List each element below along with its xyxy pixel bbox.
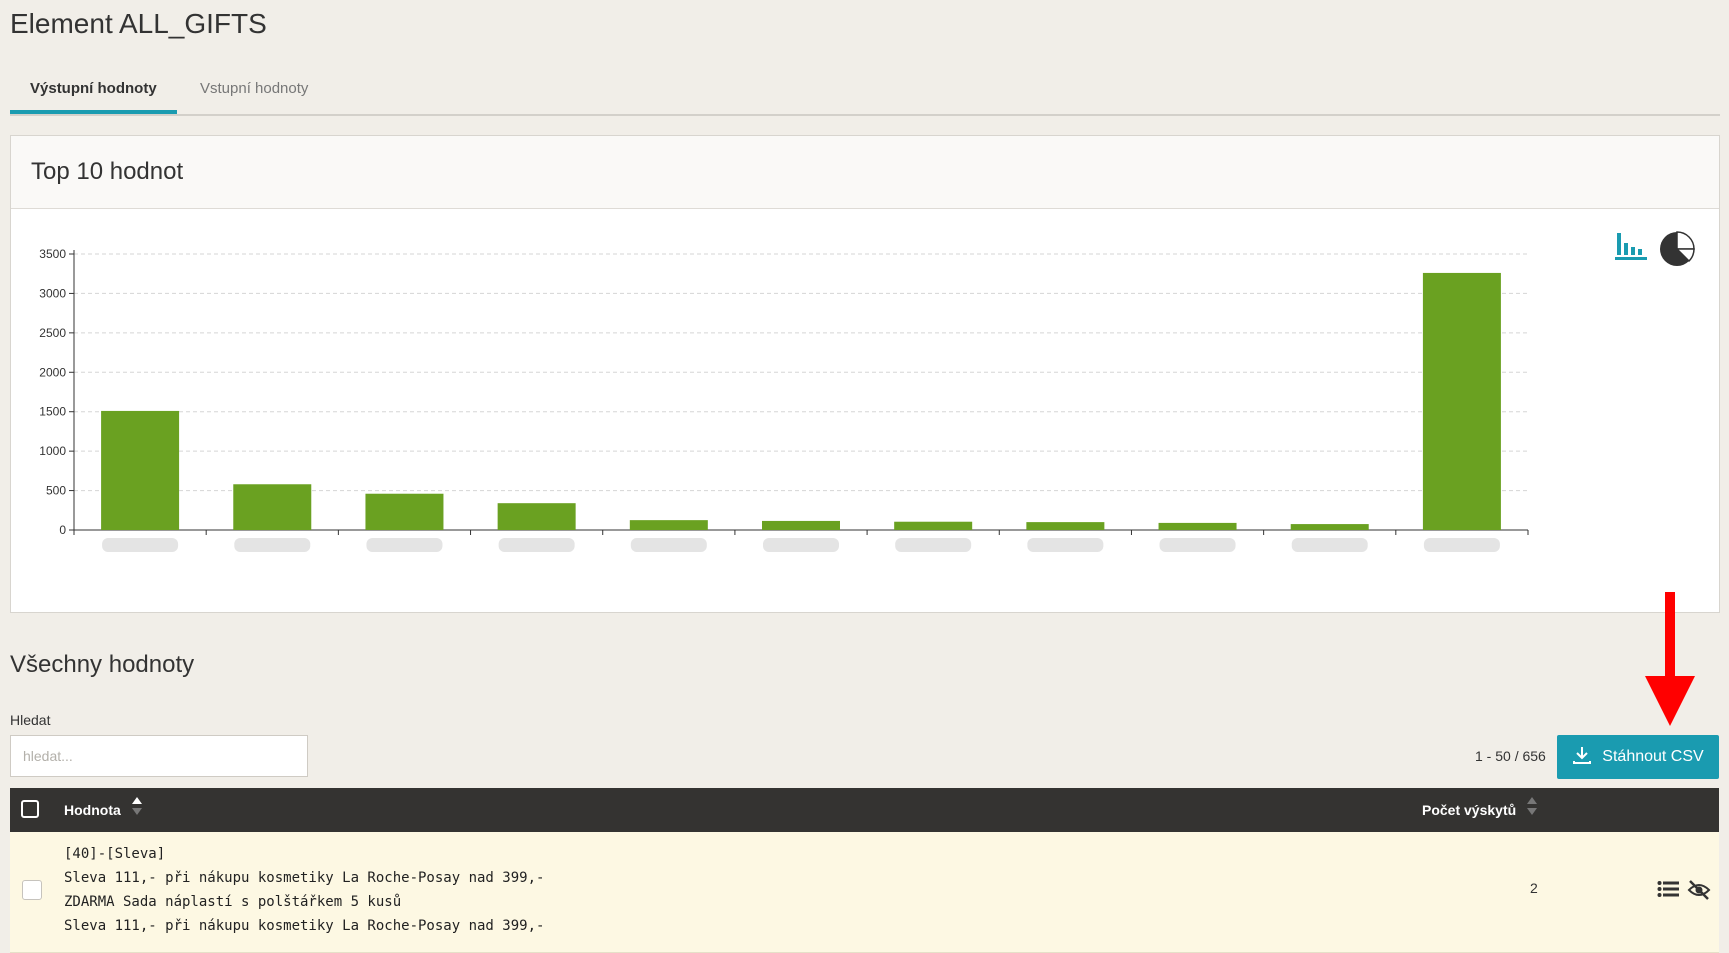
bar-9[interactable] <box>1158 522 1237 530</box>
download-csv-button[interactable]: Stáhnout CSV <box>1557 735 1719 779</box>
section-title: Všechny hodnoty <box>10 651 195 678</box>
column-header-value[interactable]: Hodnota <box>64 788 143 833</box>
bar-6[interactable] <box>762 520 840 530</box>
download-csv-label: Stáhnout CSV <box>1602 748 1704 765</box>
column-header-count-label: Počet výskytů <box>1422 802 1517 818</box>
x-label-blurred <box>1291 538 1368 552</box>
row-count: 2 <box>1530 880 1538 896</box>
y-tick-label: 3500 <box>39 247 66 261</box>
tab-input-values[interactable]: Vstupní hodnoty <box>180 70 328 114</box>
tab-bar: Výstupní hodnoty Vstupní hodnoty <box>10 70 1720 116</box>
y-tick-label: 1500 <box>39 405 66 419</box>
bar-7[interactable] <box>894 521 973 530</box>
red-arrow-icon <box>1645 590 1695 733</box>
y-tick-label: 500 <box>46 484 66 498</box>
page-title: Element ALL_GIFTS <box>10 8 267 39</box>
x-label-blurred <box>102 538 179 552</box>
select-all-checkbox[interactable] <box>21 800 39 818</box>
list-icon[interactable] <box>1657 880 1679 903</box>
x-label-blurred <box>630 538 707 552</box>
search-input[interactable] <box>10 735 308 777</box>
search-label: Hledat <box>10 712 51 728</box>
x-label-blurred <box>498 538 575 552</box>
eye-slash-icon[interactable] <box>1687 880 1711 905</box>
x-label-blurred <box>234 538 311 552</box>
y-tick-label: 2500 <box>39 326 66 340</box>
y-tick-label: 2000 <box>39 365 66 379</box>
x-label-blurred <box>1423 538 1500 552</box>
row-checkbox[interactable] <box>22 880 42 900</box>
bar-8[interactable] <box>1026 522 1105 530</box>
x-label-blurred <box>895 538 972 552</box>
bar-chart: 0 500 1000 1500 2000 2500 3000 3500 <box>39 247 1529 552</box>
column-header-value-label: Hodnota <box>64 802 121 818</box>
sort-asc-icon <box>131 789 143 833</box>
bar-4[interactable] <box>497 503 576 530</box>
bar-10[interactable] <box>1290 524 1369 530</box>
top-values-card: Top 10 hodnot 0 500 1000 1500 2000 2500 3000 35… <box>10 135 1720 613</box>
x-label-blurred <box>1027 538 1104 552</box>
bar-1[interactable] <box>101 410 180 530</box>
y-tick-label: 0 <box>59 523 66 537</box>
row-value: [40]-[Sleva] Sleva 111,- při nákupu kosm… <box>64 846 545 934</box>
card-header: Top 10 hodnot <box>11 136 1719 209</box>
bar-11[interactable] <box>1422 272 1501 530</box>
x-label-blurred <box>763 538 839 552</box>
x-label-blurred <box>366 538 443 552</box>
sort-icon <box>1526 789 1538 833</box>
pagination-info: 1 - 50 / 656 <box>1475 748 1546 764</box>
tab-output-values[interactable]: Výstupní hodnoty <box>10 70 177 114</box>
card-title: Top 10 hodnot <box>31 158 184 185</box>
bar-3[interactable] <box>365 493 444 530</box>
x-label-blurred <box>1159 538 1236 552</box>
table-header: Hodnota Počet výskytů <box>10 788 1719 832</box>
bar-5[interactable] <box>629 520 708 530</box>
download-icon <box>1572 745 1592 770</box>
table-row[interactable]: [40]-[Sleva] Sleva 111,- při nákupu kosm… <box>10 832 1719 953</box>
bar-2[interactable] <box>233 484 312 530</box>
y-tick-label: 1000 <box>39 444 66 458</box>
y-tick-label: 3000 <box>39 286 66 300</box>
column-header-count[interactable]: Počet výskytů <box>1422 788 1538 833</box>
